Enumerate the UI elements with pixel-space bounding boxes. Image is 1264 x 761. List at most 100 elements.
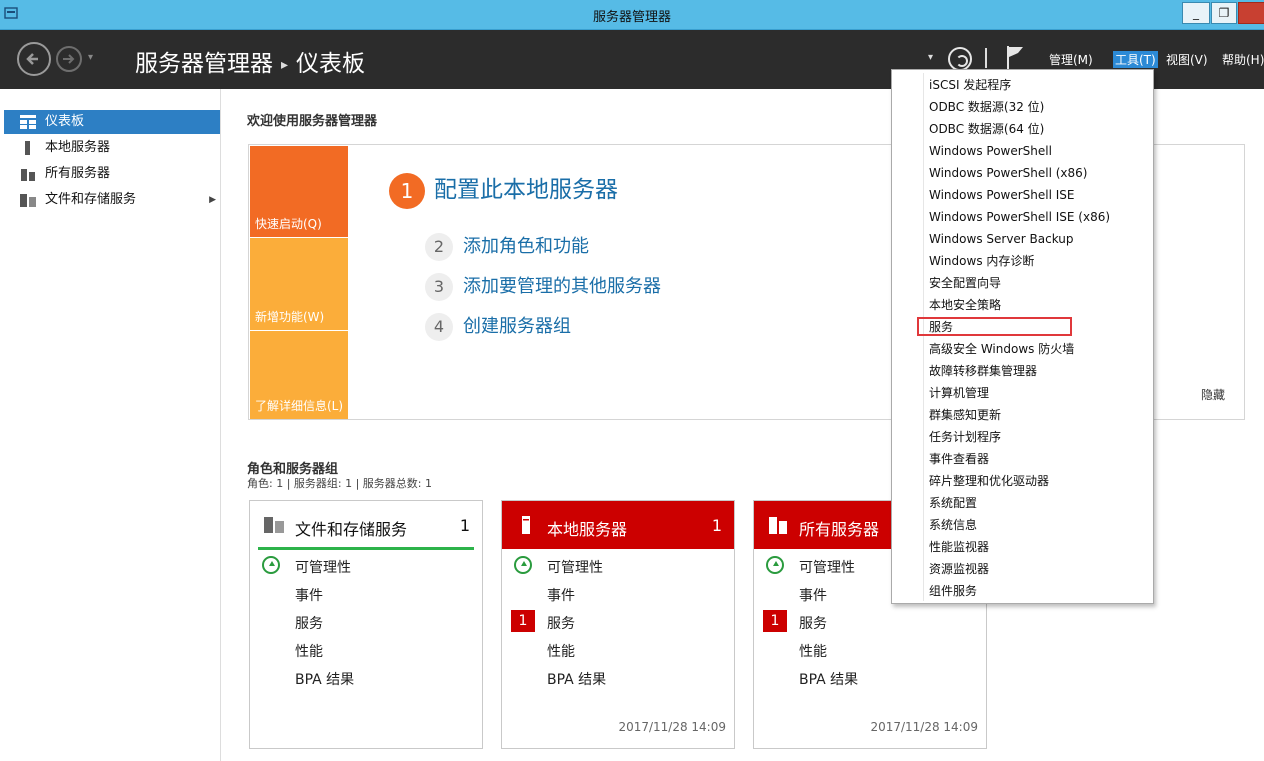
card-row-manageability[interactable]: 可管理性 (547, 557, 603, 577)
card-header[interactable]: 文件和存储服务 1 (250, 501, 482, 549)
menu-item-server-backup[interactable]: Windows Server Backup (929, 228, 1074, 250)
card-title: 文件和存储服务 (295, 520, 408, 539)
step-add-roles[interactable]: 2 添加角色和功能 (425, 232, 589, 261)
menu-view[interactable]: 视图(V) (1166, 51, 1208, 68)
menu-help[interactable]: 帮助(H) (1222, 51, 1264, 68)
menu-item-cluster-aware-updating[interactable]: 群集感知更新 (929, 404, 1001, 426)
server-icon (522, 516, 530, 534)
back-arrow-icon (26, 53, 38, 65)
card-row-manageability[interactable]: 可管理性 (295, 557, 351, 577)
menu-item-firewall[interactable]: 高级安全 Windows 防火墙 (929, 338, 1074, 360)
close-button[interactable] (1238, 2, 1264, 24)
menu-item-powershell[interactable]: Windows PowerShell (929, 140, 1052, 162)
sidebar-item-file-storage[interactable]: 文件和存储服务 ▶ (4, 188, 220, 212)
sidebar-item-label: 本地服务器 (45, 140, 111, 155)
servers-icon (769, 517, 787, 534)
card-row-events[interactable]: 事件 (295, 585, 323, 605)
servers-icon (21, 169, 35, 181)
menu-item-powershell-ise-x86[interactable]: Windows PowerShell ISE (x86) (929, 206, 1110, 228)
step-number: 2 (425, 233, 453, 261)
card-row-performance[interactable]: 性能 (799, 641, 827, 661)
maximize-button[interactable]: ❐ (1211, 2, 1237, 24)
tile-whats-new[interactable]: 新增功能(W) (250, 238, 348, 330)
card-row-performance[interactable]: 性能 (295, 641, 323, 661)
menu-item-computer-management[interactable]: 计算机管理 (929, 382, 989, 404)
card-row-services[interactable]: 服务 (799, 613, 827, 633)
card-row-services[interactable]: 服务 (547, 613, 575, 633)
card-row-services[interactable]: 服务 (295, 613, 323, 633)
card-row-events[interactable]: 事件 (799, 585, 827, 605)
menu-item-event-viewer[interactable]: 事件查看器 (929, 448, 989, 470)
menu-item-system-information[interactable]: 系统信息 (929, 514, 977, 536)
tile-label: 新增功能(W) (255, 310, 325, 324)
role-card-file-storage[interactable]: 文件和存储服务 1 可管理性 事件 服务 性能 BPA 结果 (249, 500, 483, 749)
card-row-bpa[interactable]: BPA 结果 (799, 669, 858, 689)
dashboard-icon (20, 115, 36, 129)
menu-item-component-services[interactable]: 组件服务 (929, 580, 977, 602)
submenu-arrow-icon[interactable]: ▶ (209, 188, 216, 212)
services-alert-badge: 1 (763, 610, 787, 632)
header-divider (985, 48, 987, 68)
menu-item-odbc-32[interactable]: ODBC 数据源(32 位) (929, 96, 1044, 118)
roles-summary: 角色: 1 | 服务器组: 1 | 服务器总数: 1 (247, 477, 433, 490)
menu-manage[interactable]: 管理(M) (1049, 51, 1093, 68)
tile-label: 了解详细信息(L) (255, 399, 344, 413)
card-row-manageability[interactable]: 可管理性 (799, 557, 855, 577)
forward-button[interactable] (56, 46, 82, 72)
menu-item-powershell-ise[interactable]: Windows PowerShell ISE (929, 184, 1075, 206)
menu-item-security-config-wizard[interactable]: 安全配置向导 (929, 272, 1001, 294)
menu-item-resource-monitor[interactable]: 资源监视器 (929, 558, 989, 580)
card-row-events[interactable]: 事件 (547, 585, 575, 605)
tile-learn-more[interactable]: 了解详细信息(L) (250, 331, 348, 419)
card-header[interactable]: 本地服务器 1 (502, 501, 734, 549)
menu-item-iscsi-initiator[interactable]: iSCSI 发起程序 (929, 74, 1011, 96)
status-ok-bar (258, 547, 474, 550)
breadcrumb-root[interactable]: 服务器管理器 (135, 51, 273, 77)
menu-item-powershell-x86[interactable]: Windows PowerShell (x86) (929, 162, 1087, 184)
step-add-servers[interactable]: 3 添加要管理的其他服务器 (425, 272, 661, 301)
menu-item-performance-monitor[interactable]: 性能监视器 (929, 536, 989, 558)
card-title: 所有服务器 (799, 520, 880, 539)
storage-icon (264, 517, 284, 533)
menu-item-failover-cluster[interactable]: 故障转移群集管理器 (929, 360, 1037, 382)
menu-item-local-security-policy[interactable]: 本地安全策略 (929, 294, 1001, 316)
card-count: 1 (459, 516, 470, 535)
services-alert-badge: 1 (511, 610, 535, 632)
sidebar-item-dashboard[interactable]: 仪表板 (4, 110, 220, 134)
card-row-bpa[interactable]: BPA 结果 (295, 669, 354, 689)
menu-item-memory-diagnostic[interactable]: Windows 内存诊断 (929, 250, 1034, 272)
menu-item-odbc-64[interactable]: ODBC 数据源(64 位) (929, 118, 1044, 140)
card-row-performance[interactable]: 性能 (547, 641, 575, 661)
refresh-dropdown-icon[interactable]: ▾ (928, 52, 933, 63)
card-row-bpa[interactable]: BPA 结果 (547, 669, 606, 689)
hide-welcome-link[interactable]: 隐藏 (1201, 386, 1225, 403)
window-title: 服务器管理器 (592, 10, 671, 25)
manageability-ok-icon (262, 556, 280, 574)
notifications-flag-icon[interactable] (1006, 45, 1024, 71)
back-button[interactable] (17, 42, 51, 76)
tile-label: 快速启动(Q) (255, 217, 322, 231)
sidebar-item-all-servers[interactable]: 所有服务器 (4, 162, 220, 186)
tile-quick-start[interactable]: 快速启动(Q) (250, 146, 348, 237)
history-dropdown-icon[interactable]: ▾ (88, 52, 93, 63)
role-card-local-server[interactable]: 本地服务器 1 1 可管理性 事件 服务 性能 BPA 结果 2017/11/2… (501, 500, 735, 749)
step-label: 添加要管理的其他服务器 (463, 276, 661, 297)
refresh-icon[interactable] (948, 47, 972, 71)
step-label: 创建服务器组 (463, 316, 571, 337)
sidebar-item-label: 文件和存储服务 (45, 192, 137, 207)
forward-arrow-icon (63, 54, 75, 64)
step-create-server-group[interactable]: 4 创建服务器组 (425, 312, 571, 341)
highlight-box (917, 317, 1072, 336)
step-configure-local-server[interactable]: 1 配置此本地服务器 (389, 170, 618, 209)
manageability-ok-icon (514, 556, 532, 574)
menu-item-system-configuration[interactable]: 系统配置 (929, 492, 977, 514)
breadcrumb-current: 仪表板 (296, 51, 366, 77)
menu-gutter (923, 73, 924, 601)
sidebar: 仪表板 本地服务器 所有服务器 文件和存储服务 ▶ (4, 89, 221, 761)
menu-item-defragment[interactable]: 碎片整理和优化驱动器 (929, 470, 1049, 492)
title-bar: 服务器管理器 _ ❐ (0, 0, 1264, 30)
menu-item-task-scheduler[interactable]: 任务计划程序 (929, 426, 1001, 448)
minimize-button[interactable]: _ (1182, 2, 1210, 24)
menu-tools[interactable]: 工具(T) (1113, 51, 1158, 68)
sidebar-item-local-server[interactable]: 本地服务器 (4, 136, 220, 160)
